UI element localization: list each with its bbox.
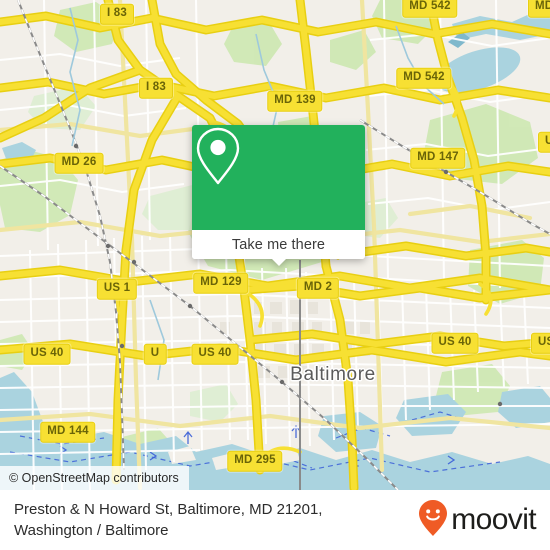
address-line-2: Washington / Baltimore (14, 522, 169, 539)
moovit-pin-icon (418, 499, 448, 542)
city-label: Baltimore (290, 364, 376, 385)
popup-body: Take me there (192, 125, 365, 259)
road-shield: MD 26 (54, 152, 104, 174)
address-line-1: Preston & N Howard St, Baltimore, MD 212… (14, 500, 323, 518)
road-shield: U (143, 343, 167, 365)
screenshot-root: I 83 I 83 MD 542 MD MD 542 MD 139 MD 26 MD 147 U… (0, 0, 550, 550)
road-shield: US (538, 131, 550, 153)
road-shield: US 1 (96, 278, 138, 300)
road-shield: MD 129 (193, 272, 249, 294)
address-text: Preston & N Howard St, Baltimore, MD 212… (14, 499, 322, 542)
road-shield: MD 295 (227, 450, 283, 472)
moovit-logo[interactable]: moovit (418, 499, 537, 542)
footer-bar: Preston & N Howard St, Baltimore, MD 212… (0, 490, 550, 550)
road-shield: MD 144 (40, 421, 96, 443)
road-shield: MD (528, 0, 550, 18)
road-shield: MD 147 (410, 147, 466, 169)
road-shield: US 40 (191, 343, 239, 365)
moovit-wordmark: moovit (451, 503, 536, 536)
road-shield: US 40 (431, 332, 479, 354)
location-popup-card[interactable]: Take me there (192, 125, 365, 266)
road-shield: I 83 (139, 77, 173, 99)
take-me-there-button[interactable]: Take me there (192, 230, 365, 259)
road-shield: MD 2 (296, 277, 340, 299)
osm-attribution[interactable]: © OpenStreetMap contributors (0, 466, 189, 490)
popup-header (192, 125, 365, 230)
map-canvas[interactable]: I 83 I 83 MD 542 MD MD 542 MD 139 MD 26 MD 147 U… (0, 0, 550, 490)
road-shield: US 40 (23, 343, 71, 365)
road-shield: MD 139 (267, 90, 323, 112)
popup-pointer-tail (270, 258, 287, 266)
road-shield: US (531, 332, 550, 354)
road-shield: I 83 (100, 3, 134, 25)
road-shield: MD 542 (402, 0, 458, 18)
road-shield: MD 542 (396, 67, 452, 89)
